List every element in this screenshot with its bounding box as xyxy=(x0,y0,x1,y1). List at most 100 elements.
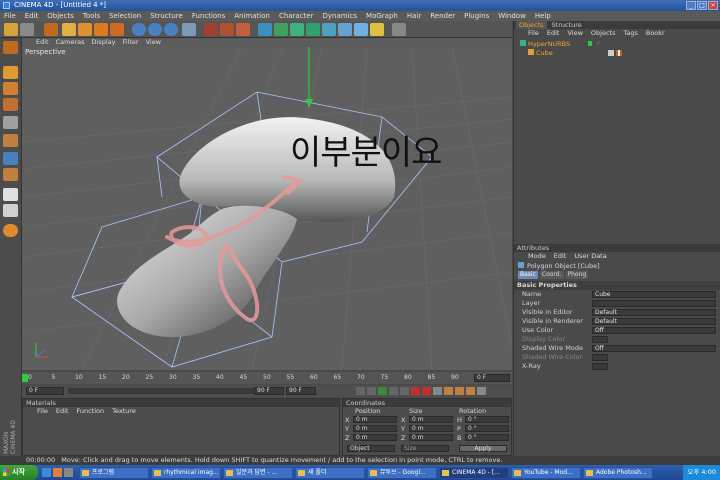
desktop-icon[interactable] xyxy=(64,468,73,477)
start-button[interactable]: 시작 xyxy=(0,465,38,480)
go-end-icon[interactable] xyxy=(400,387,409,395)
tree-item-hypernurbs[interactable]: HyperNURBS xyxy=(520,40,570,48)
scale-tool-icon[interactable] xyxy=(78,23,92,36)
spline-icon[interactable] xyxy=(274,23,288,36)
menu-render[interactable]: Render xyxy=(430,11,455,21)
menu-selection[interactable]: Selection xyxy=(109,11,141,21)
menu-character[interactable]: Character xyxy=(279,11,314,21)
current-frame-field[interactable]: 0 F xyxy=(474,374,510,382)
position-key-icon[interactable] xyxy=(444,387,453,395)
auto-key-icon[interactable] xyxy=(422,387,431,395)
size-x-field[interactable]: 0 m xyxy=(409,416,453,423)
objects-menu-file[interactable]: File xyxy=(528,29,539,38)
property-value-field[interactable] xyxy=(592,336,608,343)
environment-icon[interactable] xyxy=(354,23,368,36)
render-picture-icon[interactable] xyxy=(220,23,234,36)
texture-tool-icon[interactable] xyxy=(3,98,18,111)
attributes-menu-user-data[interactable]: User Data xyxy=(574,252,606,261)
make-editable-icon[interactable] xyxy=(3,41,18,54)
redo-icon[interactable] xyxy=(20,23,34,36)
rotation-b-field[interactable]: 0 ° xyxy=(465,434,509,441)
viewport-menu-edit[interactable]: Edit xyxy=(36,38,49,47)
move-tool-icon[interactable] xyxy=(62,23,76,36)
ie-icon[interactable] xyxy=(42,468,51,477)
render-settings-icon[interactable] xyxy=(236,23,250,36)
tab-structure[interactable]: Structure xyxy=(549,21,585,29)
rotation-h-field[interactable]: 0 ° xyxy=(465,416,509,423)
menu-window[interactable]: Window xyxy=(498,11,526,21)
taskbar-button[interactable]: 일문과 답변 - ... xyxy=(223,466,293,479)
next-frame-icon[interactable] xyxy=(389,387,398,395)
taskbar-button[interactable]: Adobe Photosh... xyxy=(583,466,653,479)
materials-menu-function[interactable]: Function xyxy=(76,407,104,416)
menu-file[interactable]: File xyxy=(4,11,16,21)
taskbar-button[interactable]: rhythmical imag... xyxy=(151,466,221,479)
menu-mograph[interactable]: MoGraph xyxy=(366,11,398,21)
property-value-field[interactable]: Cube xyxy=(592,291,716,298)
rotate-tool-icon[interactable] xyxy=(94,23,108,36)
objects-menu-view[interactable]: View xyxy=(567,29,582,38)
checker-icon[interactable] xyxy=(3,188,18,201)
timeline-ruler[interactable]: 0 5 10 15 20 25 30 35 40 45 50 55 60 65 70 75 80 85 90 0 F xyxy=(22,372,512,384)
objects-menu-tags[interactable]: Tags xyxy=(623,29,637,38)
property-value-field[interactable]: Default xyxy=(592,318,716,325)
tab-basic[interactable]: Basic xyxy=(518,271,538,279)
playhead-marker[interactable] xyxy=(22,374,28,382)
tab-phong[interactable]: Phong xyxy=(565,271,589,279)
menu-animation[interactable]: Animation xyxy=(234,11,270,21)
property-value-field[interactable] xyxy=(592,363,608,370)
materials-menu-file[interactable]: File xyxy=(37,407,48,416)
polygons-tool-icon[interactable] xyxy=(3,168,18,181)
position-z-field[interactable]: 0 m xyxy=(353,434,397,441)
deformer-icon[interactable] xyxy=(322,23,336,36)
taskbar-button[interactable]: 뮤투브 - Googl... xyxy=(367,466,437,479)
use-model-tool-icon[interactable] xyxy=(3,66,18,79)
size-y-field[interactable]: 0 m xyxy=(409,425,453,432)
phong-tag-icon[interactable] xyxy=(608,50,614,56)
snap-icon[interactable] xyxy=(3,204,18,217)
objects-menu-bookr[interactable]: Bookr xyxy=(646,29,665,38)
scale-key-icon[interactable] xyxy=(455,387,464,395)
menu-tools[interactable]: Tools xyxy=(83,11,100,21)
materials-menu-edit[interactable]: Edit xyxy=(56,407,69,416)
coord-mode-select[interactable]: Object xyxy=(347,445,395,452)
objects-menu-edit[interactable]: Edit xyxy=(547,29,560,38)
menu-dynamics[interactable]: Dynamics xyxy=(323,11,358,21)
taskbar-button[interactable]: YouTube - Mod... xyxy=(511,466,581,479)
viewport-menu-cameras[interactable]: Cameras xyxy=(56,38,85,47)
viewport-menu-view[interactable]: View xyxy=(146,38,161,47)
play-icon[interactable] xyxy=(378,387,387,395)
close-button[interactable]: × xyxy=(708,1,718,10)
menu-plugins[interactable]: Plugins xyxy=(464,11,489,21)
array-icon[interactable] xyxy=(306,23,320,36)
check-icon[interactable]: ✓ xyxy=(596,41,601,47)
taskbar-button[interactable]: CINEMA 4D - [... xyxy=(439,466,509,479)
maximize-button[interactable]: □ xyxy=(697,1,707,10)
world-coords-icon[interactable] xyxy=(182,23,196,36)
property-value-field[interactable] xyxy=(592,354,608,361)
size-z-field[interactable]: 0 m xyxy=(409,434,453,441)
z-axis-icon[interactable] xyxy=(164,23,178,36)
tree-item-cube[interactable]: Cube xyxy=(528,49,553,57)
apply-button[interactable]: Apply xyxy=(459,445,507,452)
menu-edit[interactable]: Edit xyxy=(25,11,39,21)
attributes-menu-mode[interactable]: Mode xyxy=(528,252,546,261)
taskbar-button[interactable]: 새 폴더 xyxy=(295,466,365,479)
tweak-icon[interactable] xyxy=(3,224,18,237)
attributes-menu-edit[interactable]: Edit xyxy=(554,252,567,261)
max-frame-field[interactable]: 90 F xyxy=(286,387,316,395)
viewport-menu-display[interactable]: Display xyxy=(92,38,116,47)
camera-icon[interactable] xyxy=(392,23,406,36)
y-axis-icon[interactable] xyxy=(148,23,162,36)
x-axis-icon[interactable] xyxy=(132,23,146,36)
tab-coord[interactable]: Coord. xyxy=(539,271,564,279)
minimize-button[interactable]: _ xyxy=(686,1,696,10)
render-view-icon[interactable] xyxy=(204,23,218,36)
position-y-field[interactable]: 0 m xyxy=(353,425,397,432)
objects-menu-objects[interactable]: Objects xyxy=(591,29,616,38)
end-frame-field[interactable]: 90 F xyxy=(254,387,284,395)
coord-size-select[interactable]: Size xyxy=(401,445,449,452)
property-value-field[interactable] xyxy=(592,300,716,307)
property-value-field[interactable]: Default xyxy=(592,309,716,316)
menu-help[interactable]: Help xyxy=(535,11,551,21)
